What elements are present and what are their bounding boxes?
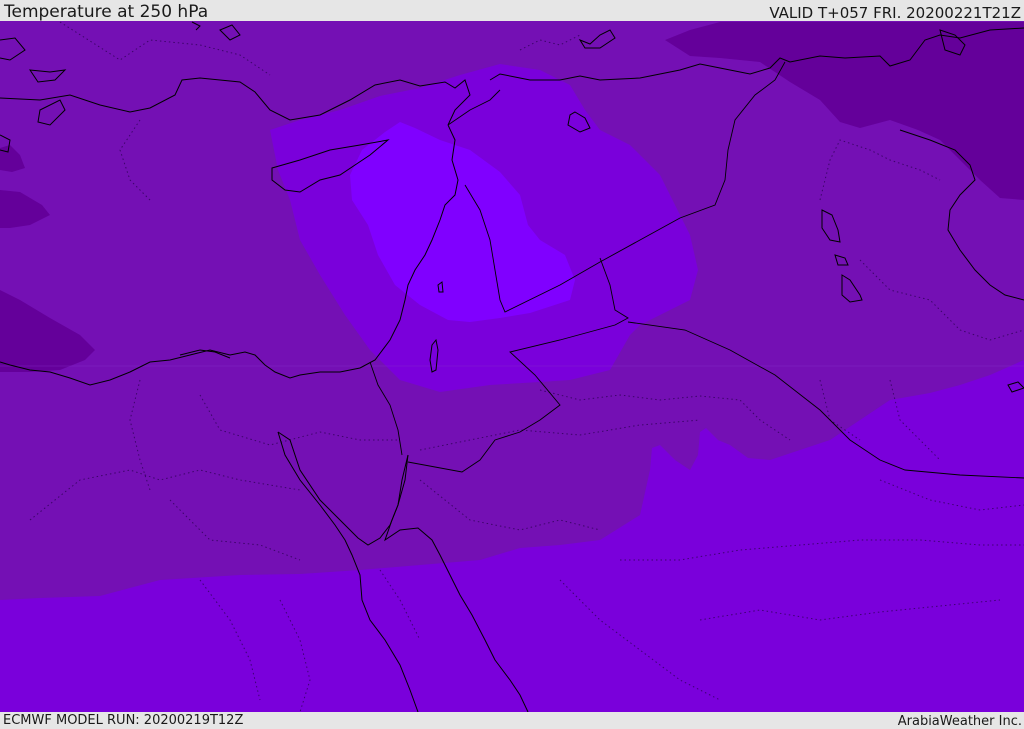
temperature-map (0, 21, 1024, 712)
header-bar: Temperature at 250 hPa VALID T+057 FRI. … (0, 0, 1024, 21)
credit-label: ArabiaWeather Inc. (897, 714, 1022, 729)
valid-time: VALID T+057 FRI. 20200221T21Z (769, 4, 1021, 22)
map-title: Temperature at 250 hPa (4, 2, 209, 22)
model-run-label: ECMWF MODEL RUN: 20200219T12Z (3, 713, 244, 728)
footer-bar: ECMWF MODEL RUN: 20200219T12Z ArabiaWeat… (0, 712, 1024, 729)
map-frame: Temperature at 250 hPa VALID T+057 FRI. … (0, 0, 1024, 729)
